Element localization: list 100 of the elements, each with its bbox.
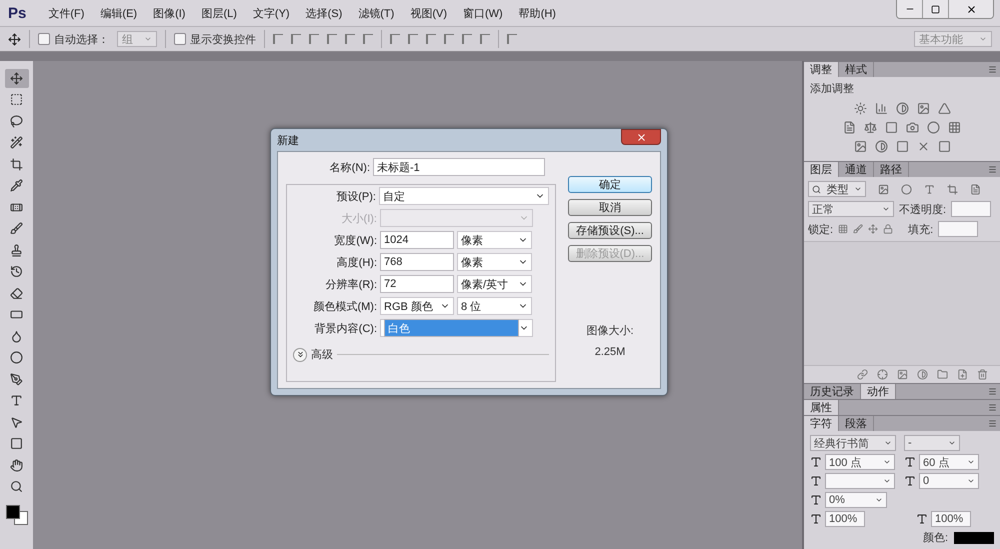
unit-dropdown[interactable]: 像素 xyxy=(457,231,532,249)
auto-align-icon[interactable] xyxy=(507,34,517,44)
opacity-field[interactable] xyxy=(951,201,992,217)
vertical-scale-icon xyxy=(810,513,822,525)
image-size-label: 图像大小: xyxy=(586,324,634,338)
checkbox-label: 显示变换控件 xyxy=(190,32,256,46)
caret-icon xyxy=(967,458,975,466)
leading-field[interactable]: 60 点 xyxy=(919,454,979,470)
scale-icon xyxy=(810,494,822,506)
field-label: 背景内容(C): xyxy=(314,322,377,336)
camera-icon[interactable] xyxy=(906,121,919,134)
close-icon xyxy=(636,132,646,142)
menu-item[interactable]: 视图(V) xyxy=(410,6,447,20)
horizontal-scale-field[interactable]: 100% xyxy=(931,511,971,527)
name-field[interactable]: 未标题-1 xyxy=(373,158,545,176)
field-label: 大小(I): xyxy=(340,212,377,226)
fill-label: 填充: xyxy=(908,222,934,236)
new-layer-icon[interactable] xyxy=(957,369,968,380)
menu-item[interactable]: 文字(Y) xyxy=(252,6,290,20)
fill-field[interactable] xyxy=(938,221,978,237)
number-field[interactable]: 72 xyxy=(380,275,454,293)
lock-icon[interactable] xyxy=(883,224,894,234)
mode-dropdown[interactable]: RGB 颜色 xyxy=(380,297,454,315)
close-button[interactable] xyxy=(949,0,993,18)
scaling-field[interactable]: 0% xyxy=(825,492,887,508)
move-tool-icon[interactable] xyxy=(8,32,21,46)
panel-tab[interactable]: 图层 xyxy=(804,162,839,177)
balance-icon[interactable] xyxy=(864,121,877,134)
font-family-dropdown[interactable]: 经典行书简 xyxy=(810,435,896,451)
caret-icon xyxy=(882,205,890,213)
menu-item[interactable]: 图层(L) xyxy=(201,6,237,20)
lock-position-icon[interactable] xyxy=(868,224,878,234)
grid-icon[interactable] xyxy=(948,121,961,134)
menu-item[interactable]: 图像(I) xyxy=(153,6,186,20)
depth-dropdown[interactable]: 8 位 xyxy=(457,297,532,315)
menu-item[interactable]: 帮助(H) xyxy=(518,6,556,20)
maximize-button[interactable] xyxy=(923,0,949,18)
app-logo: Ps xyxy=(8,4,26,22)
field-label: 预设(P): xyxy=(335,190,376,204)
panel-tab[interactable]: 字符 xyxy=(804,416,839,431)
close-button[interactable] xyxy=(621,129,661,145)
advanced-label: 高级 xyxy=(311,348,333,362)
link-icon[interactable] xyxy=(857,369,868,380)
menu-item[interactable]: 文件(F) xyxy=(48,6,84,20)
number-field[interactable]: 1024 xyxy=(380,231,454,249)
dialog-button[interactable]: 确定 xyxy=(568,176,652,193)
unit-dropdown[interactable]: 像素/英寸 xyxy=(457,275,532,293)
levels-icon[interactable] xyxy=(874,102,888,115)
checkbox[interactable] xyxy=(174,33,186,45)
leading-icon xyxy=(904,456,916,468)
filter-dropdown[interactable]: 类型 xyxy=(808,181,866,197)
tracking-field[interactable]: 0 xyxy=(919,473,979,489)
filter-value: 类型 xyxy=(826,182,848,196)
triangle-icon[interactable] xyxy=(938,102,950,115)
menu-item[interactable]: 选择(S) xyxy=(306,6,342,20)
panel-menu-icon[interactable] xyxy=(988,419,997,428)
field-label: 高度(H): xyxy=(336,256,377,270)
panel-menu-icon[interactable] xyxy=(988,165,997,174)
number-field[interactable]: 768 xyxy=(380,253,454,271)
kerning-field[interactable] xyxy=(825,473,895,489)
move-icon[interactable] xyxy=(4,69,28,88)
lock-paint-icon[interactable] xyxy=(853,224,864,234)
panel-tab[interactable]: 调整 xyxy=(804,62,839,77)
lock-pixels-icon[interactable] xyxy=(838,224,848,234)
preset-dropdown[interactable]: 自定 xyxy=(378,187,549,205)
checkbox[interactable] xyxy=(38,33,50,45)
panel-tab[interactable]: 动作 xyxy=(861,384,896,399)
caret-icon xyxy=(854,185,862,193)
menu-item[interactable]: 窗口(W) xyxy=(462,6,503,20)
expand-icon[interactable] xyxy=(293,348,307,362)
blend-mode-dropdown[interactable]: 正常 xyxy=(808,201,894,217)
horizontal-scale-icon xyxy=(916,513,928,525)
maximize-icon xyxy=(931,4,940,14)
menu-item[interactable]: 编辑(E) xyxy=(100,6,138,20)
dialog-button[interactable]: 存储预设(S)... xyxy=(568,222,652,239)
checkbox-label: 自动选择： xyxy=(54,32,109,46)
pixel-filter-icon[interactable] xyxy=(878,184,889,194)
vertical-scale-field[interactable]: 100% xyxy=(825,511,865,527)
dialog-button[interactable]: 取消 xyxy=(568,199,652,216)
font-style-dropdown[interactable]: - xyxy=(904,435,960,451)
trash-icon[interactable] xyxy=(977,369,988,380)
font-size-field[interactable]: 100 点 xyxy=(825,454,895,470)
caret-icon xyxy=(948,439,956,447)
search-icon xyxy=(812,184,821,194)
color-swatches-icon[interactable] xyxy=(4,503,30,527)
brightness-icon[interactable] xyxy=(854,102,866,115)
type-filter-icon[interactable] xyxy=(924,184,935,194)
caret-icon xyxy=(875,496,883,504)
panel-tab[interactable]: 属性 xyxy=(804,400,839,415)
shape-filter-icon[interactable] xyxy=(947,184,958,194)
panel-menu-icon[interactable] xyxy=(988,403,997,412)
unit-dropdown[interactable]: 像素 xyxy=(457,253,532,271)
menu-item[interactable]: 滤镜(T) xyxy=(358,6,394,20)
folder-icon[interactable] xyxy=(937,369,948,380)
dialog-title: 新建 xyxy=(277,134,299,148)
field-label: 宽度(W): xyxy=(333,234,377,248)
text-color-swatch[interactable] xyxy=(954,532,994,544)
opacity-label: 不透明度: xyxy=(899,202,946,216)
panel-menu-icon[interactable] xyxy=(988,65,997,74)
panel-menu-icon[interactable] xyxy=(988,387,997,396)
